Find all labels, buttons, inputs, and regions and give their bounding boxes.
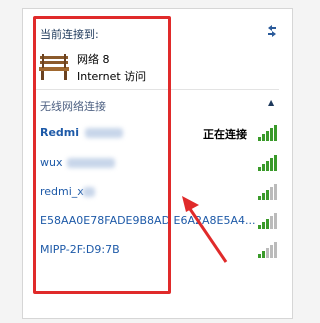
chevron-up-icon[interactable]: ▲ — [268, 98, 274, 107]
refresh-icon[interactable] — [265, 24, 279, 38]
wifi-signal-icon — [258, 213, 277, 229]
highlight-box — [33, 16, 171, 294]
wifi-signal-icon — [258, 184, 277, 200]
wifi-signal-icon — [258, 125, 277, 141]
wifi-signal-icon — [258, 155, 277, 171]
wifi-signal-icon — [258, 242, 277, 258]
wifi-connection-status: 正在连接 — [203, 128, 247, 141]
